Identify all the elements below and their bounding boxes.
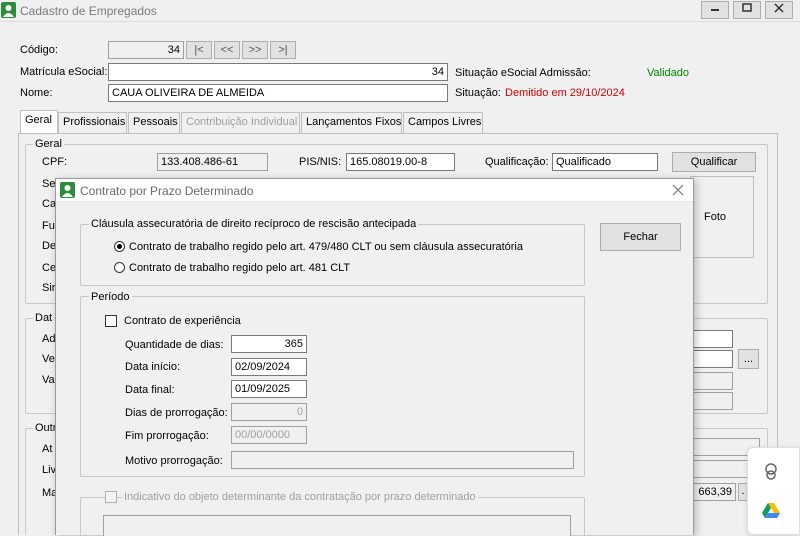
side-toolbar [747, 447, 800, 535]
google-drive-icon[interactable] [762, 502, 780, 518]
dialog-title: Contrato por Prazo Determinado [80, 184, 254, 198]
quantidade-field[interactable]: 365 [231, 335, 307, 353]
indicativo-field [103, 515, 571, 536]
geral-group-label: Geral [33, 138, 64, 150]
matricula-field[interactable]: 34 [108, 63, 448, 81]
situacao-label: Situação: [455, 87, 501, 99]
motivo-label: Motivo prorrogação: [125, 455, 223, 467]
qualificar-button[interactable]: Qualificar [672, 152, 756, 172]
partial-label-ce: Ce [42, 262, 57, 274]
final-field[interactable]: 01/09/2025 [231, 380, 307, 398]
nav-next-button[interactable]: >> [242, 41, 268, 59]
cpf-label: CPF: [42, 156, 68, 168]
prorrogacao-field: 0 [231, 403, 307, 421]
tab-lancamentos-fixos[interactable]: Lançamentos Fixos [301, 112, 402, 134]
dat-row-ve: Ve [42, 353, 55, 365]
tab-profissionais[interactable]: Profissionais [58, 112, 127, 134]
indicativo-checkbox [105, 491, 117, 503]
partial-label-se: Se [42, 178, 56, 190]
radio-481[interactable] [114, 262, 125, 273]
radio-479-480-label[interactable]: Contrato de trabalho regido pelo art. 47… [129, 241, 523, 253]
partial-label-ca: Ca [42, 198, 57, 210]
prorrogacao-label: Dias de prorrogação: [125, 407, 228, 419]
outr-row-at: At [42, 443, 53, 455]
dialog-app-icon [60, 182, 75, 198]
nav-prev-button[interactable]: << [214, 41, 240, 59]
dat-field-3 [690, 372, 733, 390]
radio-479-480[interactable] [114, 241, 125, 252]
valor-field[interactable]: 663,39 [690, 483, 736, 501]
dialog-close-button[interactable] [668, 181, 688, 199]
cpf-field[interactable]: 133.408.486-61 [157, 153, 268, 171]
dat-field-4 [690, 392, 733, 410]
dat-field-1[interactable] [690, 330, 733, 348]
main-title-bar: Cadastro de Empregados [0, 0, 800, 22]
tab-campos-livres[interactable]: Campos Livres [403, 112, 483, 134]
clausula-group [80, 224, 585, 286]
dat-row-ad: Ad [42, 333, 56, 345]
pis-field[interactable]: 165.08019.00-8 [346, 153, 455, 171]
situacao-admissao-label: Situação eSocial Admissão: [455, 67, 591, 79]
final-label: Data final: [125, 384, 175, 396]
foto-label: Foto [704, 211, 727, 223]
codigo-label: Código: [20, 44, 58, 56]
partial-label-fu: Fu [42, 220, 55, 232]
hook-icon[interactable] [762, 462, 780, 482]
nome-label: Nome: [20, 87, 53, 99]
datas-group-label: Dat [33, 312, 55, 324]
fim-prorrogacao-label: Fim prorrogação: [125, 430, 209, 442]
radio-481-label[interactable]: Contrato de trabalho regido pelo art. 48… [129, 262, 350, 274]
ellipsis-button[interactable]: ... [738, 349, 759, 369]
close-window-button[interactable] [765, 1, 793, 19]
nome-field[interactable]: CAUA OLIVEIRA DE ALMEIDA [108, 84, 448, 102]
close-icon [672, 184, 684, 196]
tab-geral[interactable]: Geral [20, 110, 58, 134]
clausula-group-label: Cláusula assecuratória de direito recípr… [89, 218, 419, 230]
codigo-field[interactable]: 34 [108, 41, 184, 59]
dialog-title-bar: Contrato por Prazo Determinado [56, 179, 693, 202]
situacao-admissao-value: Validado [647, 67, 689, 79]
minimize-icon [711, 9, 719, 11]
pis-label: PIS/NIS: [299, 156, 342, 168]
contrato-dialog: Contrato por Prazo Determinado Cláusula … [55, 178, 694, 536]
motivo-field [231, 451, 574, 469]
window-title: Cadastro de Empregados [20, 4, 157, 18]
inicio-field[interactable]: 02/09/2024 [231, 358, 307, 376]
matricula-label: Matrícula eSocial: [20, 66, 108, 78]
fim-prorrogacao-field: 00/00/0000 [231, 426, 307, 444]
qualificacao-field[interactable]: Qualificado [552, 153, 658, 171]
minimize-button[interactable] [701, 1, 729, 19]
restore-icon [742, 3, 752, 12]
restore-button[interactable] [733, 1, 761, 19]
dat-row-va: Va [42, 374, 55, 386]
experiencia-checkbox[interactable] [105, 315, 117, 327]
periodo-group-label: Período [89, 291, 132, 303]
partial-label-de: De [42, 240, 57, 252]
app-icon [1, 2, 16, 18]
inicio-label: Data início: [125, 361, 181, 373]
tab-pessoais[interactable]: Pessoais [128, 112, 180, 134]
qualificacao-label: Qualificação: [485, 156, 549, 168]
nav-last-button[interactable]: >| [270, 41, 296, 59]
fechar-button[interactable]: Fechar [600, 223, 681, 251]
close-icon [774, 3, 784, 13]
indicativo-label: Indicativo do objeto determinante da con… [122, 491, 478, 503]
experiencia-label[interactable]: Contrato de experiência [124, 315, 241, 327]
quantidade-label: Quantidade de dias: [125, 339, 224, 351]
tab-contribuicao-individual: Contribuição Individual [181, 112, 300, 134]
nav-first-button[interactable]: |< [186, 41, 212, 59]
outr-row-liv: Liv [42, 464, 57, 476]
situacao-value: Demitido em 29/10/2024 [505, 87, 625, 99]
partial-label-sir: Sir [42, 282, 56, 294]
dat-field-2[interactable] [690, 350, 733, 368]
